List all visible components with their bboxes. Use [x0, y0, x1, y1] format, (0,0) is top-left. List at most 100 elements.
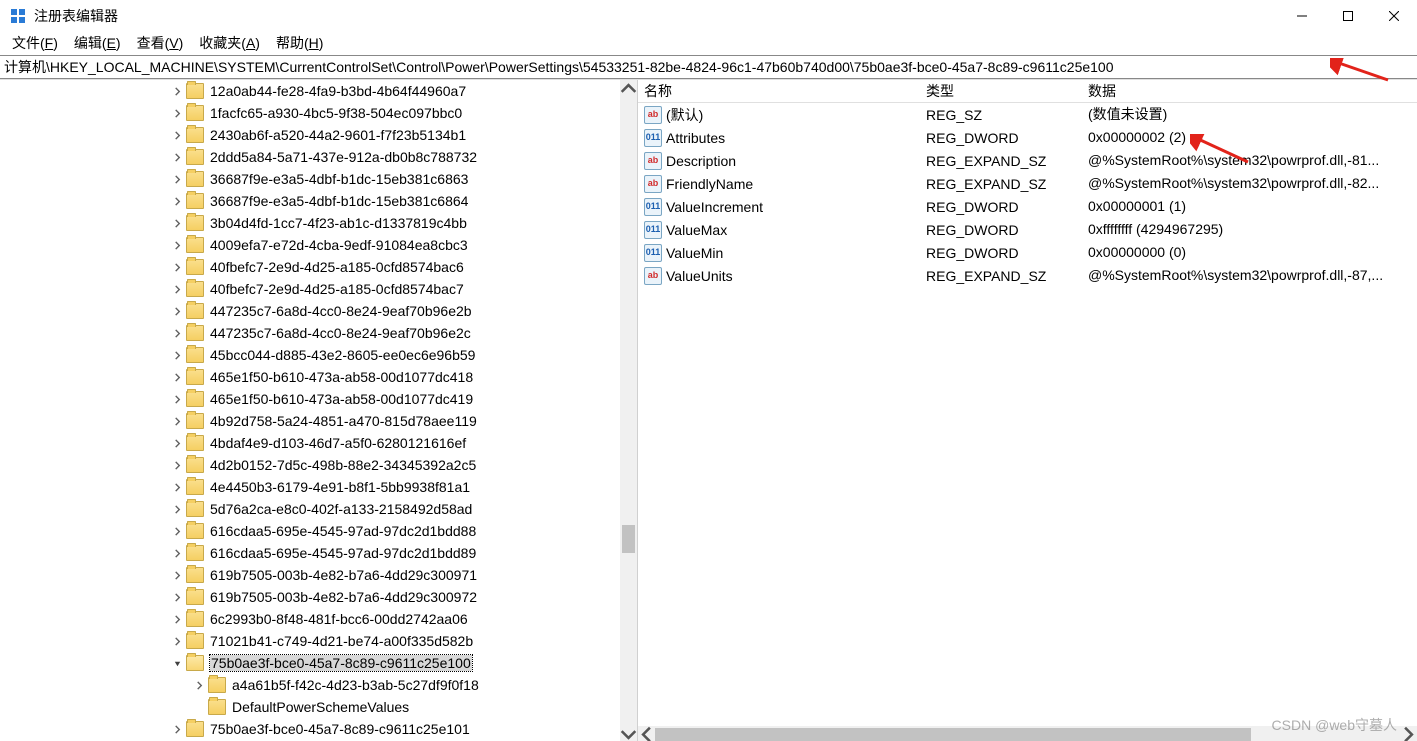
- scroll-right-button[interactable]: [1400, 726, 1417, 741]
- chevron-right-icon[interactable]: [170, 414, 184, 428]
- folder-icon: [186, 523, 204, 539]
- tree-item[interactable]: 616cdaa5-695e-4545-97ad-97dc2d1bdd88: [0, 520, 620, 542]
- value-row[interactable]: 011ValueMaxREG_DWORD0xffffffff (42949672…: [638, 218, 1417, 241]
- tree-item[interactable]: 45bcc044-d885-43e2-8605-ee0ec6e96b59: [0, 344, 620, 366]
- col-header-name[interactable]: 名称: [638, 80, 920, 102]
- scroll-down-button[interactable]: [620, 726, 637, 741]
- menu-file[interactable]: 文件(F): [4, 33, 66, 53]
- chevron-right-icon[interactable]: [170, 568, 184, 582]
- folder-icon: [186, 83, 204, 99]
- tree-item-label: 465e1f50-b610-473a-ab58-00d1077dc418: [210, 369, 473, 385]
- tree-item[interactable]: a4a61b5f-f42c-4d23-b3ab-5c27df9f0f18: [0, 674, 620, 696]
- tree-item[interactable]: 447235c7-6a8d-4cc0-8e24-9eaf70b96e2c: [0, 322, 620, 344]
- maximize-button[interactable]: [1325, 0, 1371, 32]
- chevron-right-icon[interactable]: [170, 150, 184, 164]
- tree-item[interactable]: 75b0ae3f-bce0-45a7-8c89-c9611c25e101: [0, 718, 620, 740]
- value-row[interactable]: abDescriptionREG_EXPAND_SZ@%SystemRoot%\…: [638, 149, 1417, 172]
- tree-item[interactable]: 4e4450b3-6179-4e91-b8f1-5bb9938f81a1: [0, 476, 620, 498]
- tree-item[interactable]: 465e1f50-b610-473a-ab58-00d1077dc419: [0, 388, 620, 410]
- tree-item[interactable]: DefaultPowerSchemeValues: [0, 696, 620, 718]
- tree-item[interactable]: 71021b41-c749-4d21-be74-a00f335d582b: [0, 630, 620, 652]
- chevron-right-icon[interactable]: [170, 524, 184, 538]
- tree-item[interactable]: 36687f9e-e3a5-4dbf-b1dc-15eb381c6863: [0, 168, 620, 190]
- hscroll-track[interactable]: [655, 726, 1400, 741]
- value-row[interactable]: abFriendlyNameREG_EXPAND_SZ@%SystemRoot%…: [638, 172, 1417, 195]
- reg-dword-icon: 011: [644, 244, 662, 262]
- tree-scrollbar[interactable]: [620, 80, 637, 741]
- col-header-type[interactable]: 类型: [920, 80, 1082, 102]
- folder-icon: [186, 457, 204, 473]
- tree-item[interactable]: 465e1f50-b610-473a-ab58-00d1077dc418: [0, 366, 620, 388]
- chevron-right-icon[interactable]: [170, 172, 184, 186]
- scroll-left-button[interactable]: [638, 726, 655, 741]
- menu-favorites[interactable]: 收藏夹(A): [191, 33, 268, 53]
- tree-item[interactable]: 36687f9e-e3a5-4dbf-b1dc-15eb381c6864: [0, 190, 620, 212]
- scroll-thumb[interactable]: [622, 525, 635, 553]
- chevron-right-icon[interactable]: [170, 458, 184, 472]
- chevron-right-icon[interactable]: [170, 260, 184, 274]
- value-row[interactable]: 011AttributesREG_DWORD0x00000002 (2): [638, 126, 1417, 149]
- tree-item[interactable]: 4d2b0152-7d5c-498b-88e2-34345392a2c5: [0, 454, 620, 476]
- values-hscrollbar[interactable]: [638, 726, 1417, 741]
- chevron-right-icon[interactable]: [170, 128, 184, 142]
- tree-item[interactable]: 75b0ae3f-bce0-45a7-8c89-c9611c25e100: [0, 652, 620, 674]
- chevron-right-icon[interactable]: [170, 194, 184, 208]
- tree-item[interactable]: 619b7505-003b-4e82-b7a6-4dd29c300971: [0, 564, 620, 586]
- value-type: REG_DWORD: [920, 195, 1082, 218]
- value-row[interactable]: 011ValueMinREG_DWORD0x00000000 (0): [638, 241, 1417, 264]
- tree-item[interactable]: 4009efa7-e72d-4cba-9edf-91084ea8cbc3: [0, 234, 620, 256]
- tree-item[interactable]: 4b92d758-5a24-4851-a470-815d78aee119: [0, 410, 620, 432]
- chevron-right-icon[interactable]: [170, 106, 184, 120]
- tree-item[interactable]: 40fbefc7-2e9d-4d25-a185-0cfd8574bac6: [0, 256, 620, 278]
- chevron-right-icon[interactable]: [170, 348, 184, 362]
- chevron-right-icon[interactable]: [170, 502, 184, 516]
- tree-item[interactable]: 619b7505-003b-4e82-b7a6-4dd29c300972: [0, 586, 620, 608]
- chevron-right-icon[interactable]: [170, 436, 184, 450]
- menu-edit[interactable]: 编辑(E): [66, 33, 129, 53]
- tree-item-label: 447235c7-6a8d-4cc0-8e24-9eaf70b96e2b: [210, 303, 472, 319]
- tree-item-label: DefaultPowerSchemeValues: [232, 699, 409, 715]
- chevron-right-icon[interactable]: [170, 304, 184, 318]
- tree-item[interactable]: 5d76a2ca-e8c0-402f-a133-2158492d58ad: [0, 498, 620, 520]
- menu-help[interactable]: 帮助(H): [268, 33, 331, 53]
- tree-item[interactable]: 3b04d4fd-1cc7-4f23-ab1c-d1337819c4bb: [0, 212, 620, 234]
- chevron-down-icon[interactable]: [170, 656, 184, 670]
- scroll-track[interactable]: [620, 97, 637, 726]
- value-row[interactable]: 011ValueIncrementREG_DWORD0x00000001 (1): [638, 195, 1417, 218]
- menu-view[interactable]: 查看(V): [129, 33, 192, 53]
- minimize-button[interactable]: [1279, 0, 1325, 32]
- tree-item[interactable]: 2430ab6f-a520-44a2-9601-f7f23b5134b1: [0, 124, 620, 146]
- address-bar[interactable]: 计算机\HKEY_LOCAL_MACHINE\SYSTEM\CurrentCon…: [0, 55, 1417, 79]
- chevron-right-icon[interactable]: [170, 480, 184, 494]
- tree-item[interactable]: 12a0ab44-fe28-4fa9-b3bd-4b64f44960a7: [0, 80, 620, 102]
- chevron-right-icon[interactable]: [170, 722, 184, 736]
- tree-item[interactable]: 616cdaa5-695e-4545-97ad-97dc2d1bdd89: [0, 542, 620, 564]
- tree-item[interactable]: 4bdaf4e9-d103-46d7-a5f0-6280121616ef: [0, 432, 620, 454]
- tree-item[interactable]: 6c2993b0-8f48-481f-bcc6-00dd2742aa06: [0, 608, 620, 630]
- value-row[interactable]: ab(默认)REG_SZ(数值未设置): [638, 103, 1417, 126]
- tree-item[interactable]: 447235c7-6a8d-4cc0-8e24-9eaf70b96e2b: [0, 300, 620, 322]
- chevron-right-icon[interactable]: [170, 326, 184, 340]
- chevron-right-icon[interactable]: [170, 612, 184, 626]
- tree-item[interactable]: 1facfc65-a930-4bc5-9f38-504ec097bbc0: [0, 102, 620, 124]
- scroll-up-button[interactable]: [620, 80, 637, 97]
- chevron-right-icon[interactable]: [170, 84, 184, 98]
- chevron-right-icon[interactable]: [192, 678, 206, 692]
- chevron-right-icon[interactable]: [170, 546, 184, 560]
- col-header-data[interactable]: 数据: [1082, 80, 1417, 102]
- regedit-icon: [10, 8, 26, 24]
- chevron-right-icon[interactable]: [170, 634, 184, 648]
- hscroll-thumb[interactable]: [655, 728, 1251, 741]
- value-type: REG_DWORD: [920, 126, 1082, 149]
- close-button[interactable]: [1371, 0, 1417, 32]
- tree-item[interactable]: 2ddd5a84-5a71-437e-912a-db0b8c788732: [0, 146, 620, 168]
- tree-item-label: 71021b41-c749-4d21-be74-a00f335d582b: [210, 633, 473, 649]
- chevron-right-icon[interactable]: [170, 216, 184, 230]
- chevron-right-icon[interactable]: [170, 238, 184, 252]
- chevron-right-icon[interactable]: [170, 392, 184, 406]
- chevron-right-icon[interactable]: [170, 282, 184, 296]
- chevron-right-icon[interactable]: [170, 590, 184, 604]
- chevron-right-icon[interactable]: [170, 370, 184, 384]
- value-row[interactable]: abValueUnitsREG_EXPAND_SZ@%SystemRoot%\s…: [638, 264, 1417, 287]
- tree-item[interactable]: 40fbefc7-2e9d-4d25-a185-0cfd8574bac7: [0, 278, 620, 300]
